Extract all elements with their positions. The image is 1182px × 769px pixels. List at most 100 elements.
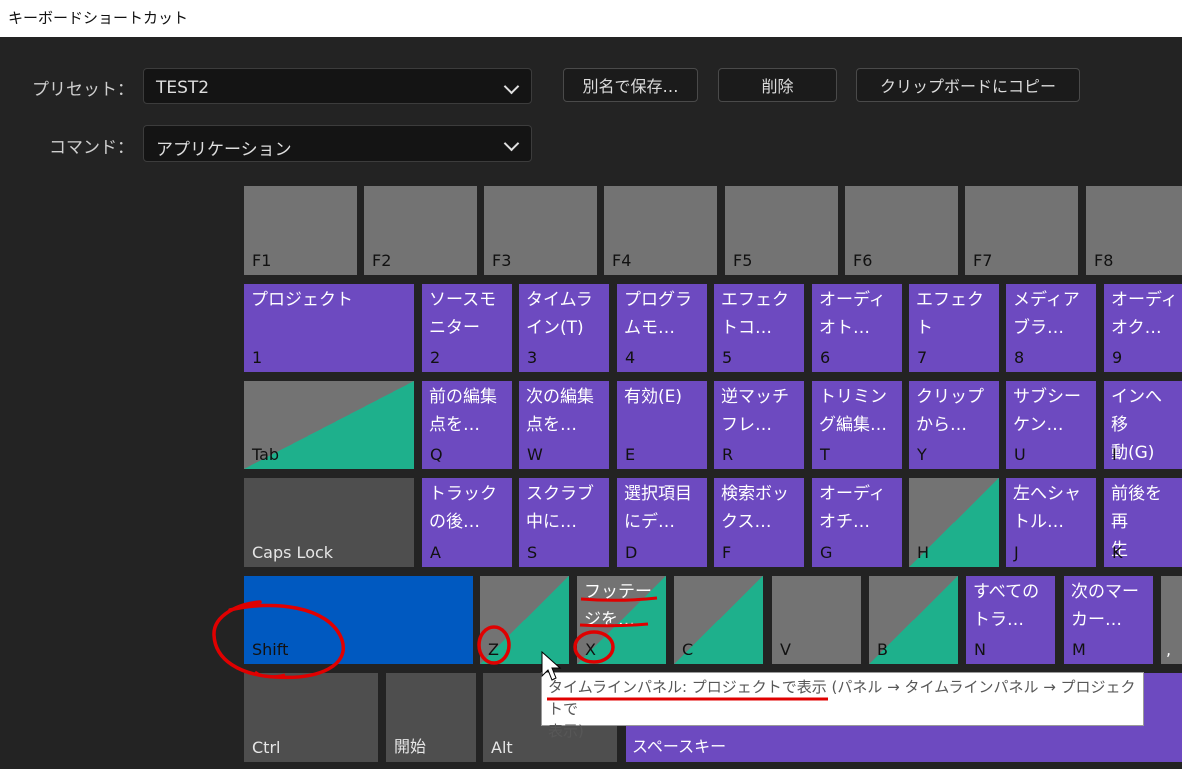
key-command: プロジェクト [251, 290, 353, 310]
key-f5[interactable]: F5 [725, 186, 838, 275]
key-code: W [527, 445, 543, 464]
key-command: メディア ブラ… [1013, 290, 1080, 338]
key-code: Alt [491, 738, 513, 757]
key-code: Caps Lock [252, 543, 334, 562]
preset-dropdown[interactable]: TEST2 [143, 68, 532, 104]
key-r[interactable]: 逆マッチ フレ… R [714, 381, 804, 469]
title-bar: キーボードショートカット [0, 0, 1182, 37]
key-f7[interactable]: F7 [965, 186, 1078, 275]
key-command: トリミン グ編集… [819, 387, 887, 435]
key-u[interactable]: サブシー ケン… U [1006, 381, 1096, 469]
key-f2[interactable]: F2 [364, 186, 477, 275]
key-code: R [722, 445, 734, 464]
key-code: K [1112, 543, 1123, 562]
key-caps-lock[interactable]: Caps Lock [244, 478, 414, 567]
key-e[interactable]: 有効(E) E [617, 381, 707, 469]
key-code: 開始 [394, 737, 427, 756]
key-g[interactable]: オーディ オチ… G [812, 478, 902, 567]
key-h[interactable]: H [909, 478, 999, 567]
key-command: エフェク トコ… [721, 290, 789, 338]
key-code: G [820, 543, 833, 562]
key-c[interactable]: C [674, 576, 763, 664]
key-6[interactable]: オーディ オト… 6 [812, 284, 902, 372]
key-code: 4 [625, 348, 636, 367]
key-m[interactable]: 次のマー カー… M [1064, 576, 1153, 664]
command-dropdown[interactable]: アプリケーション [143, 125, 532, 162]
key-7[interactable]: エフェク ト 7 [909, 284, 999, 372]
key-command: 次の編集 点を… [526, 387, 594, 435]
key-k[interactable]: 前後を再 生K [1104, 478, 1182, 567]
key-code: X [585, 640, 596, 659]
key-code: H [917, 543, 930, 562]
key-b[interactable]: B [869, 576, 958, 664]
key-code: Ctrl [252, 738, 281, 757]
key-code: F4 [612, 251, 632, 270]
key-2[interactable]: ソースモ ニター 2 [422, 284, 512, 372]
key-command: インへ移 動(G) [1111, 387, 1162, 463]
key-command: プログラ ムモ… [624, 290, 692, 338]
key-command: トラック の後… [429, 484, 497, 532]
key-code: C [682, 640, 694, 659]
key-code: B [877, 640, 888, 659]
key-f3[interactable]: F3 [484, 186, 597, 275]
save-as-button[interactable]: 別名で保存… [563, 68, 698, 102]
delete-button[interactable]: 削除 [718, 68, 837, 102]
key-x[interactable]: フッテー ジを… X [577, 576, 666, 664]
key-4[interactable]: プログラ ムモ… 4 [617, 284, 707, 372]
key-s[interactable]: スクラブ 中に… S [519, 478, 609, 567]
key-n[interactable]: すべての トラ… N [966, 576, 1055, 664]
key-command: 逆マッチ フレ… [721, 387, 789, 435]
key-y[interactable]: クリップ から… Y [909, 381, 999, 469]
key-code: F7 [973, 251, 993, 270]
key-ctrl[interactable]: Ctrl [244, 673, 378, 762]
key-i[interactable]: インへ移 動(G) I [1104, 381, 1182, 469]
key-z[interactable]: Z [480, 576, 569, 664]
key-command: 検索ボッ クス… [721, 484, 789, 532]
key-code: Q [430, 445, 443, 464]
key-a[interactable]: トラック の後… A [422, 478, 512, 567]
key-j[interactable]: 左へシャ トル… J [1006, 478, 1096, 567]
preset-label: プリセット： [32, 80, 134, 100]
key-3[interactable]: タイムラ イン(T) 3 [519, 284, 609, 372]
key-w[interactable]: 次の編集 点を… W [519, 381, 609, 469]
key-d[interactable]: 選択項目 にデ… D [617, 478, 707, 567]
key-f4[interactable]: F4 [604, 186, 717, 275]
key-code: 5 [722, 348, 733, 367]
key-comma[interactable]: , [1161, 576, 1182, 664]
key-v[interactable]: V [772, 576, 861, 664]
window-title: キーボードショートカット [8, 9, 189, 27]
key-command: ソースモ ニター [429, 290, 497, 338]
key-code: Shift [252, 640, 289, 659]
key-code: U [1014, 445, 1026, 464]
key-code: , [1166, 640, 1172, 659]
key-1[interactable]: プロジェクト 1 [244, 284, 414, 372]
key-code: M [1072, 640, 1086, 659]
key-code: N [974, 640, 986, 659]
command-label: コマンド： [49, 138, 134, 158]
key-command: フッテー ジを… [584, 582, 652, 630]
key-code: 1 [252, 348, 263, 367]
key-q[interactable]: 前の編集 点を… Q [422, 381, 512, 469]
tooltip-line-1: タイムラインパネル: プロジェクトで表示 (パネル → タイムラインパネル → … [548, 678, 1136, 718]
key-9[interactable]: オーディ オク… 9 [1104, 284, 1182, 372]
key-code: Z [488, 640, 499, 659]
chevron-down-icon [503, 135, 520, 152]
key-f6[interactable]: F6 [845, 186, 958, 275]
key-code: I [1112, 445, 1117, 464]
key-shift[interactable]: Shift [244, 576, 473, 664]
copy-to-clipboard-button[interactable]: クリップボードにコピー [856, 68, 1080, 102]
key-8[interactable]: メディア ブラ… 8 [1006, 284, 1096, 372]
key-command: サブシー ケン… [1013, 387, 1081, 435]
key-f1[interactable]: F1 [244, 186, 357, 275]
key-command: 次のマー カー… [1071, 582, 1139, 630]
key-code: 3 [527, 348, 538, 367]
key-code: 6 [820, 348, 831, 367]
key-5[interactable]: エフェク トコ… 5 [714, 284, 804, 372]
key-tab[interactable]: Tab [244, 381, 414, 469]
key-start[interactable]: 開始 [386, 673, 476, 762]
key-command: 左へシャ トル… [1013, 484, 1081, 532]
key-f8[interactable]: F8 [1086, 186, 1182, 275]
key-command: すべての トラ… [973, 582, 1040, 630]
key-t[interactable]: トリミン グ編集… T [812, 381, 902, 469]
key-f[interactable]: 検索ボッ クス… F [714, 478, 804, 567]
